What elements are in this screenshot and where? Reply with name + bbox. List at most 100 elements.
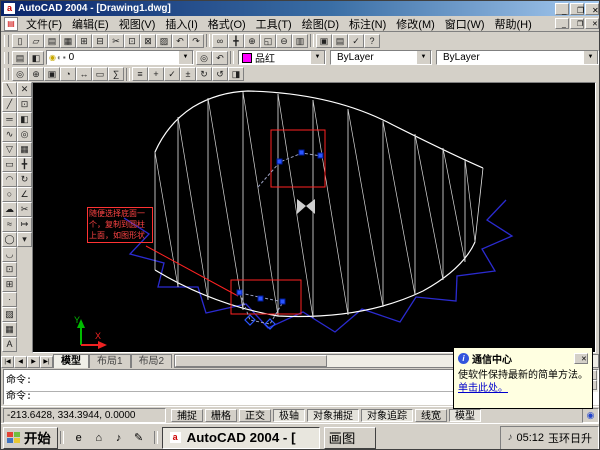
named-views-icon[interactable]: ▣ — [44, 67, 60, 81]
zoom-previous-icon[interactable]: ⊖ — [276, 34, 292, 48]
grip-point[interactable] — [318, 153, 323, 158]
new-icon[interactable]: ▯ — [12, 34, 28, 48]
dropdown-arrow-icon[interactable]: ▼ — [583, 50, 598, 65]
menu-item[interactable]: 编辑(E) — [67, 15, 114, 33]
3d-orbit-icon[interactable]: ◔ — [60, 67, 76, 81]
copy-icon[interactable]: ⊡ — [124, 34, 140, 48]
layers-icon[interactable]: ◧ — [28, 51, 44, 65]
publish-icon[interactable]: ⊟ — [92, 34, 108, 48]
shade-icon[interactable]: ◨ — [228, 67, 244, 81]
extend-icon[interactable]: ↦ — [17, 217, 32, 232]
grip-diamond[interactable] — [245, 315, 255, 325]
move-icon[interactable]: ╋ — [17, 157, 32, 172]
layer-dropdown[interactable]: ◉◐▪ 0 ▼ — [46, 50, 194, 65]
ellipse-arc-icon[interactable]: ◡ — [2, 247, 17, 262]
toolbar-grip[interactable] — [4, 35, 9, 47]
communication-center-icon[interactable]: ◉ — [582, 408, 599, 423]
redo-icon[interactable]: ↷ — [188, 34, 204, 48]
lineweight-toggle[interactable]: 线宽 — [415, 409, 447, 422]
layer-properties-icon[interactable]: ▤ — [12, 51, 28, 65]
menu-item[interactable]: 帮助(H) — [490, 15, 537, 33]
grip-point[interactable] — [277, 159, 282, 164]
rotate-icon[interactable]: ↻ — [17, 172, 32, 187]
layer-previous-icon[interactable]: ↶ — [212, 51, 228, 65]
drawing-canvas[interactable]: Y X 随便选择底面一 个，复制到圆柱 上面，如图形状 — [32, 82, 596, 353]
drawing-file-icon[interactable]: ▤ — [4, 17, 18, 31]
revcloud-icon[interactable]: ☁ — [2, 202, 17, 217]
distance-icon[interactable]: ↔ — [76, 67, 92, 81]
color-dropdown[interactable]: 品红 ▼ — [238, 50, 326, 65]
ie-icon[interactable]: e — [70, 429, 88, 447]
undo-icon[interactable]: ↶ — [172, 34, 188, 48]
spline-icon[interactable]: ≈ — [2, 217, 17, 232]
menu-item[interactable]: 工具(T) — [251, 15, 297, 33]
save-icon[interactable]: ▤ — [44, 34, 60, 48]
grip-point[interactable] — [299, 150, 304, 155]
menu-item[interactable]: 绘图(D) — [297, 15, 344, 33]
paint-icon[interactable]: ✎ — [130, 429, 148, 447]
grip-point[interactable] — [237, 290, 242, 295]
flyout-arrow-icon[interactable]: ▾ — [17, 232, 32, 247]
polygon-icon[interactable]: ▽ — [2, 142, 17, 157]
region-icon[interactable]: ▦ — [2, 322, 17, 337]
erase-icon[interactable]: ✕ — [17, 82, 32, 97]
paste-icon[interactable]: ⊠ — [140, 34, 156, 48]
tab-layout2[interactable]: 布局2 — [131, 354, 173, 368]
trim-icon[interactable]: ✂ — [17, 202, 32, 217]
child-restore-button[interactable]: ❐ — [570, 18, 584, 29]
media-player-icon[interactable]: ♪ — [110, 429, 128, 447]
tab-scroll-arrow[interactable]: ▶ — [27, 356, 40, 368]
linetype-dropdown[interactable]: ByLayer ▼ — [330, 50, 432, 65]
arc-icon[interactable]: ◠ — [2, 172, 17, 187]
list-icon[interactable]: ≡ — [132, 67, 148, 81]
area-icon[interactable]: ▭ — [92, 67, 108, 81]
mass-properties-icon[interactable]: ∑ — [108, 67, 124, 81]
open-icon[interactable]: ▱ — [28, 34, 44, 48]
restore-button[interactable]: ❐ — [570, 3, 584, 15]
ucs-icon[interactable]: ◎ — [12, 67, 28, 81]
model-toggle[interactable]: 模型 — [449, 409, 481, 422]
tab-layout1[interactable]: 布局1 — [89, 354, 131, 368]
toolbar-grip[interactable] — [4, 52, 9, 64]
desktop-icon[interactable]: ⌂ — [90, 429, 108, 447]
tool-palettes-icon[interactable]: ▤ — [332, 34, 348, 48]
scrollbar-thumb[interactable] — [175, 355, 327, 367]
menu-item[interactable]: 文件(F) — [21, 15, 67, 33]
designcenter-icon[interactable]: ▣ — [316, 34, 332, 48]
otrack-toggle[interactable]: 对象追踪 — [361, 409, 413, 422]
menu-item[interactable]: 修改(M) — [391, 15, 440, 33]
line-icon[interactable]: ╲ — [2, 82, 17, 97]
insert-block-icon[interactable]: ⊡ — [2, 262, 17, 277]
menu-item[interactable]: 标注(N) — [344, 15, 391, 33]
command-prompt[interactable]: 命令: — [6, 387, 32, 403]
plot-icon[interactable]: ▦ — [60, 34, 76, 48]
quick-calc-icon[interactable]: ± — [180, 67, 196, 81]
multiline-icon[interactable]: ═ — [2, 112, 17, 127]
insert-hyperlink-icon[interactable]: ∞ — [212, 34, 228, 48]
start-button[interactable]: 开始 — [3, 427, 58, 449]
popup-close-button[interactable]: ✕ — [574, 353, 588, 364]
close-button[interactable]: ✕ — [585, 3, 599, 15]
grid-toggle[interactable]: 栅格 — [205, 409, 237, 422]
circle-icon[interactable]: ○ — [2, 187, 17, 202]
dropdown-arrow-icon[interactable]: ▼ — [178, 50, 193, 65]
menu-item[interactable]: 插入(I) — [160, 15, 202, 33]
tab-model[interactable]: 模型 — [53, 354, 89, 368]
ortho-toggle[interactable]: 正交 — [239, 409, 271, 422]
markup-icon[interactable]: ✓ — [348, 34, 364, 48]
quick-select-icon[interactable]: ✓ — [164, 67, 180, 81]
match-properties-icon[interactable]: ▨ — [156, 34, 172, 48]
pan-realtime-icon[interactable]: ╋ — [228, 34, 244, 48]
redraw-icon[interactable]: ↺ — [212, 67, 228, 81]
polyline-icon[interactable]: ∿ — [2, 127, 17, 142]
point-icon[interactable]: ∙ — [2, 292, 17, 307]
construction-line-icon[interactable]: ╱ — [2, 97, 17, 112]
snap-toggle[interactable]: 捕捉 — [171, 409, 203, 422]
dropdown-arrow-icon[interactable]: ▼ — [310, 50, 325, 65]
tray-volume-icon[interactable]: ♪ — [507, 432, 512, 443]
tab-scroll-arrow[interactable]: |◀ — [1, 356, 14, 368]
copy-object-icon[interactable]: ⊡ — [17, 97, 32, 112]
cut-icon[interactable]: ✂ — [108, 34, 124, 48]
hatch-icon[interactable]: ▨ — [2, 307, 17, 322]
make-object-layer-current-icon[interactable]: ◎ — [196, 51, 212, 65]
